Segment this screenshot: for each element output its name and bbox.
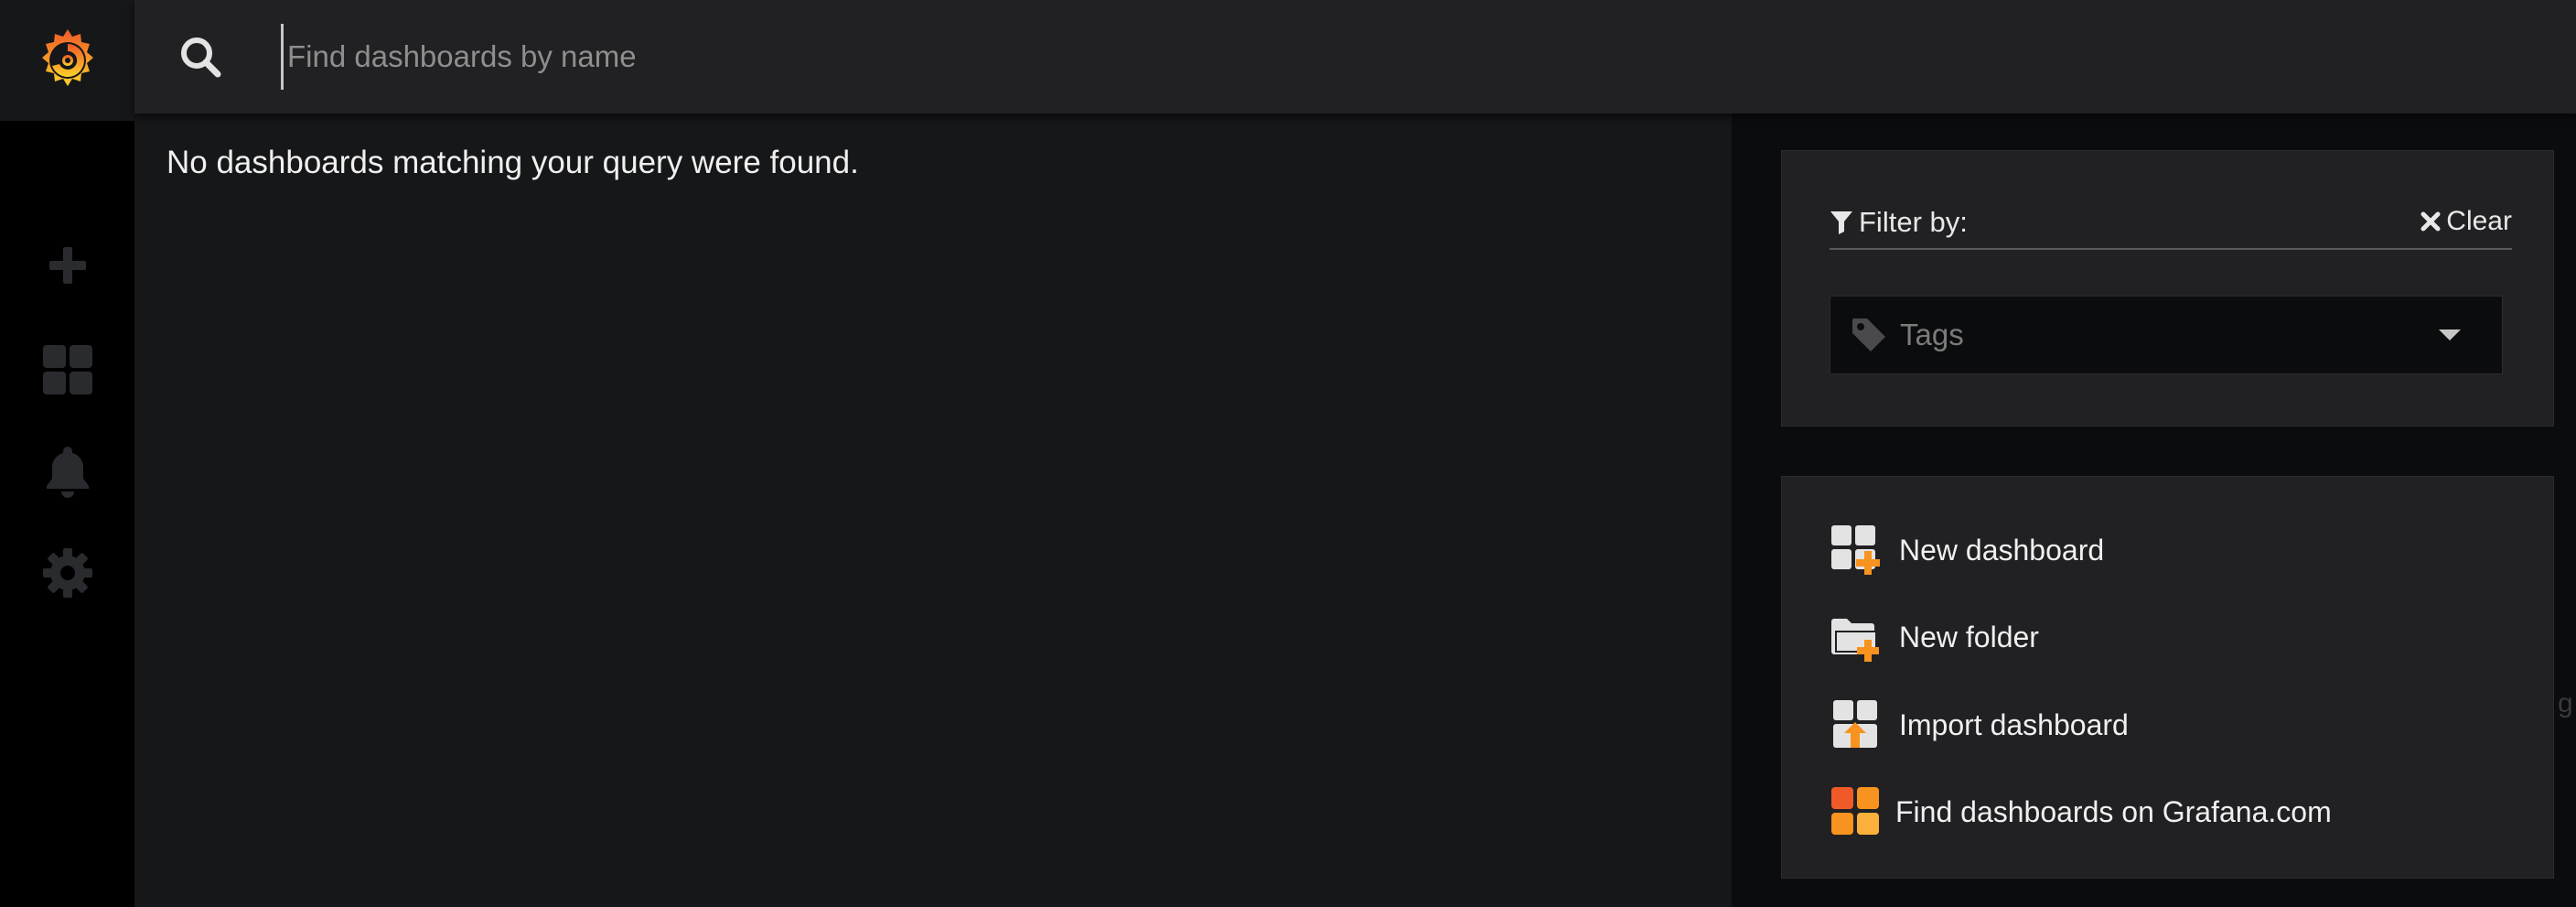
search-header xyxy=(134,0,2576,113)
tag-icon xyxy=(1852,319,1885,351)
filter-title: Filter by: xyxy=(1830,206,1968,239)
bell-icon xyxy=(47,447,89,498)
side-menu xyxy=(0,0,134,907)
import-dashboard-label: Import dashboard xyxy=(1899,707,2129,741)
chevron-down-icon xyxy=(2439,329,2461,340)
filter-icon xyxy=(1830,211,1852,234)
tags-filter-select[interactable]: Tags xyxy=(1830,296,2503,374)
plus-icon xyxy=(49,247,86,284)
grafana-logo-icon xyxy=(41,29,93,86)
grafana-com-label: Find dashboards on Grafana.com xyxy=(1895,794,2332,828)
search-input[interactable] xyxy=(281,24,2476,90)
filter-title-label: Filter by: xyxy=(1859,206,1968,238)
import-dashboard-icon xyxy=(1833,700,1877,748)
new-folder-label: New folder xyxy=(1899,620,2039,653)
clear-filters-button[interactable]: Clear xyxy=(2420,206,2512,237)
filter-card: Filter by: Clear Tags xyxy=(1781,150,2554,427)
logo-link[interactable] xyxy=(0,0,134,121)
gear-icon xyxy=(43,548,92,598)
clear-label: Clear xyxy=(2446,206,2512,236)
import-dashboard-link[interactable]: Import dashboard xyxy=(1830,697,2129,752)
actions-card: New dashboard New folder Import dashboar… xyxy=(1781,476,2554,879)
close-icon xyxy=(2420,211,2441,232)
grafana-com-icon xyxy=(1831,787,1879,835)
new-dashboard-label: New dashboard xyxy=(1899,533,2105,567)
new-dashboard-link[interactable]: New dashboard xyxy=(1830,523,2104,578)
clipped-text-fragment: g xyxy=(2558,688,2573,718)
search-results-panel: No dashboards matching your query were f… xyxy=(134,113,1732,907)
new-folder-link[interactable]: New folder xyxy=(1830,610,2039,664)
new-dashboard-icon xyxy=(1831,525,1880,575)
empty-results-message: No dashboards matching your query were f… xyxy=(166,145,859,180)
create-menu-item[interactable] xyxy=(37,234,99,297)
new-folder-icon xyxy=(1831,619,1879,662)
search-sidebar: Filter by: Clear Tags New dashboard New … xyxy=(1732,113,2576,907)
filter-header: Filter by: Clear xyxy=(1830,206,2512,250)
dashboards-menu-item[interactable] xyxy=(37,339,99,401)
grafana-com-link[interactable]: Find dashboards on Grafana.com xyxy=(1830,784,2332,839)
tags-placeholder: Tags xyxy=(1900,318,1964,351)
alerting-menu-item[interactable] xyxy=(37,440,99,502)
search-icon xyxy=(181,38,221,78)
apps-grid-icon xyxy=(43,345,92,394)
configuration-menu-item[interactable] xyxy=(37,542,99,604)
